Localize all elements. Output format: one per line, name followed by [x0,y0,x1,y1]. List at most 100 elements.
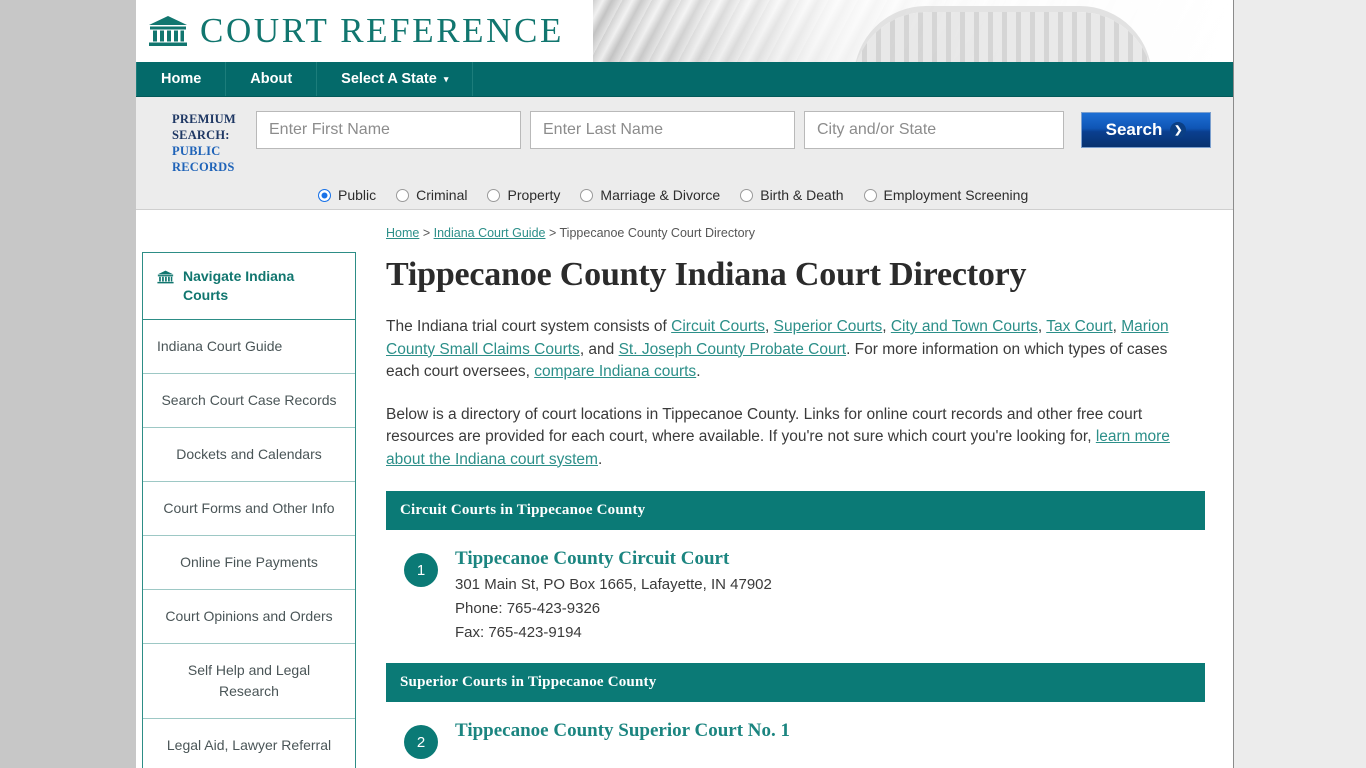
radio-criminal-label: Criminal [416,187,468,203]
court-phone: Phone: 765-423-9326 [455,600,601,617]
sidebar-navigation: Navigate Indiana Courts Indiana Court Gu… [142,252,356,768]
radio-property-label: Property [507,187,561,203]
chevron-right-icon: ❯ [1170,122,1187,138]
p2-text-1: Below is a directory of court locations … [386,405,1143,446]
link-tax-court[interactable]: Tax Court [1046,318,1112,335]
sidebar-item-court-forms-and-other-info[interactable]: Court Forms and Other Info [143,482,355,536]
court-number-badge: 1 [404,553,438,587]
nav-item-select-a-state[interactable]: Select A State ▾ [317,62,474,96]
sidebar-header-label: Navigate Indiana Courts [183,268,295,303]
breadcrumb-indiana-court-guide-link[interactable]: Indiana Court Guide [434,226,546,240]
site-logo[interactable]: COURT REFERENCE [148,0,564,62]
court-details: Tippecanoe County Circuit Court 301 Main… [455,548,772,645]
breadcrumb-separator-1: > [419,226,434,240]
search-button-label: Search [1105,120,1163,139]
nav-item-home-label: Home [161,71,202,87]
intro-paragraph-2: Below is a directory of court locations … [386,404,1205,472]
browser-gutter [1233,0,1366,768]
premium-label-line2: SEARCH: [172,128,230,142]
court-number-badge: 2 [404,725,438,759]
breadcrumb-separator-2: > [545,226,560,240]
radio-marriage-divorce-label: Marriage & Divorce [600,187,721,203]
radio-employment-screening-label: Employment Screening [883,187,1029,203]
last-name-input[interactable] [530,111,795,149]
premium-label-line3: PUBLIC [172,144,221,158]
breadcrumb-current: Tippecanoe County Court Directory [559,226,755,240]
premium-search-label: PREMIUM SEARCH: PUBLIC RECORDS [136,111,256,175]
radio-public-dot[interactable] [318,188,331,202]
court-listing: 2 Tippecanoe County Superior Court No. 1 [386,720,1205,759]
browser-viewport: COURT REFERENCE Home About Select A Stat… [0,0,1366,768]
p1-text-1: The Indiana trial court system consists … [386,318,672,335]
radio-employment-screening[interactable]: Employment Screening [863,187,1029,203]
main-navigation: Home About Select A State ▾ [136,62,1233,97]
premium-search-fields: Search ❯ [256,111,1211,149]
p1-text-8: . [696,363,701,380]
link-city-and-town-courts[interactable]: City and Town Courts [891,318,1038,335]
city-state-input[interactable] [804,111,1064,149]
masthead-column-photo [593,0,1233,62]
nav-item-select-a-state-label: Select A State [341,71,437,87]
section-heading-superior-courts: Superior Courts in Tippecanoe County [386,663,1205,702]
sidebar-item-online-fine-payments[interactable]: Online Fine Payments [143,536,355,590]
sidebar-header: Navigate Indiana Courts [143,253,355,320]
p1-text-4: , [1037,318,1047,335]
radio-birth-death-dot[interactable] [740,188,754,202]
radio-employment-screening-dot[interactable] [863,188,877,202]
radio-property[interactable]: Property [487,187,560,203]
court-fax: Fax: 765-423-9194 [455,624,582,641]
courthouse-icon [149,16,187,46]
link-compare-indiana-courts[interactable]: compare Indiana courts [534,363,696,380]
sidebar-item-legal-aid-lawyer-referral[interactable]: Legal Aid, Lawyer Referral [143,719,355,768]
section-heading-circuit-courts: Circuit Courts in Tippecanoe County [386,491,1205,530]
chevron-down-icon: ▾ [443,73,449,84]
radio-birth-death[interactable]: Birth & Death [740,187,844,203]
nav-item-home[interactable]: Home [136,62,227,96]
radio-public[interactable]: Public [318,187,376,203]
court-details: Tippecanoe County Superior Court No. 1 [455,720,790,759]
radio-property-dot[interactable] [487,188,501,202]
p1-text-2: , [765,318,774,335]
court-name-link[interactable]: Tippecanoe County Superior Court No. 1 [455,720,790,742]
radio-public-label: Public [338,187,377,203]
search-button[interactable]: Search ❯ [1081,112,1211,148]
court-listing: 1 Tippecanoe County Circuit Court 301 Ma… [386,548,1205,645]
page-title: Tippecanoe County Indiana Court Director… [386,256,1027,293]
premium-label-line4: RECORDS [172,160,235,174]
sidebar-item-court-opinions-and-orders[interactable]: Court Opinions and Orders [143,590,355,644]
radio-criminal[interactable]: Criminal [396,187,467,203]
p1-text-6: , and [579,340,619,358]
courthouse-icon [157,270,174,284]
radio-birth-death-label: Birth & Death [760,187,844,203]
site-masthead: COURT REFERENCE [136,0,1233,62]
sidebar-item-dockets-and-calendars[interactable]: Dockets and Calendars [143,428,355,482]
breadcrumb-home-link[interactable]: Home [386,226,419,240]
radio-marriage-divorce[interactable]: Marriage & Divorce [580,187,720,203]
first-name-input[interactable] [256,111,521,149]
brand-name: COURT REFERENCE [200,11,564,50]
p1-text-5: , [1112,318,1122,335]
page-content: Navigate Indiana Courts Indiana Court Gu… [136,210,1233,768]
premium-search-row: PREMIUM SEARCH: PUBLIC RECORDS Search ❯ [136,111,1233,175]
sidebar-item-indiana-court-guide[interactable]: Indiana Court Guide [143,320,355,374]
court-address: 301 Main St, PO Box 1665, Lafayette, IN … [455,576,772,593]
p2-text-2: . [597,450,603,468]
link-superior-courts[interactable]: Superior Courts [774,318,883,335]
sidebar-item-self-help-and-legal-research[interactable]: Self Help and Legal Research [143,644,355,719]
premium-label-line1: PREMIUM [172,112,236,126]
link-circuit-courts[interactable]: Circuit Courts [671,318,765,335]
nav-item-about[interactable]: About [226,62,318,96]
breadcrumb: Home > Indiana Court Guide > Tippecanoe … [386,226,1205,240]
sidebar-item-search-court-case-records[interactable]: Search Court Case Records [143,374,355,428]
main-column: Home > Indiana Court Guide > Tippecanoe … [356,226,1233,768]
link-st-joseph-county-probate-court[interactable]: St. Joseph County Probate Court [619,341,846,358]
radio-criminal-dot[interactable] [396,188,410,202]
p1-text-3: , [882,318,891,335]
radio-marriage-divorce-dot[interactable] [580,188,594,202]
court-name-link[interactable]: Tippecanoe County Circuit Court [455,548,772,570]
page-container: COURT REFERENCE Home About Select A Stat… [136,0,1233,768]
search-category-radios: Public Criminal Property Marriage & Divo… [136,187,1233,203]
nav-item-about-label: About [250,71,293,87]
intro-paragraph-1: The Indiana trial court system consists … [386,316,1205,384]
premium-search-bar: PREMIUM SEARCH: PUBLIC RECORDS Search ❯ [136,97,1233,210]
